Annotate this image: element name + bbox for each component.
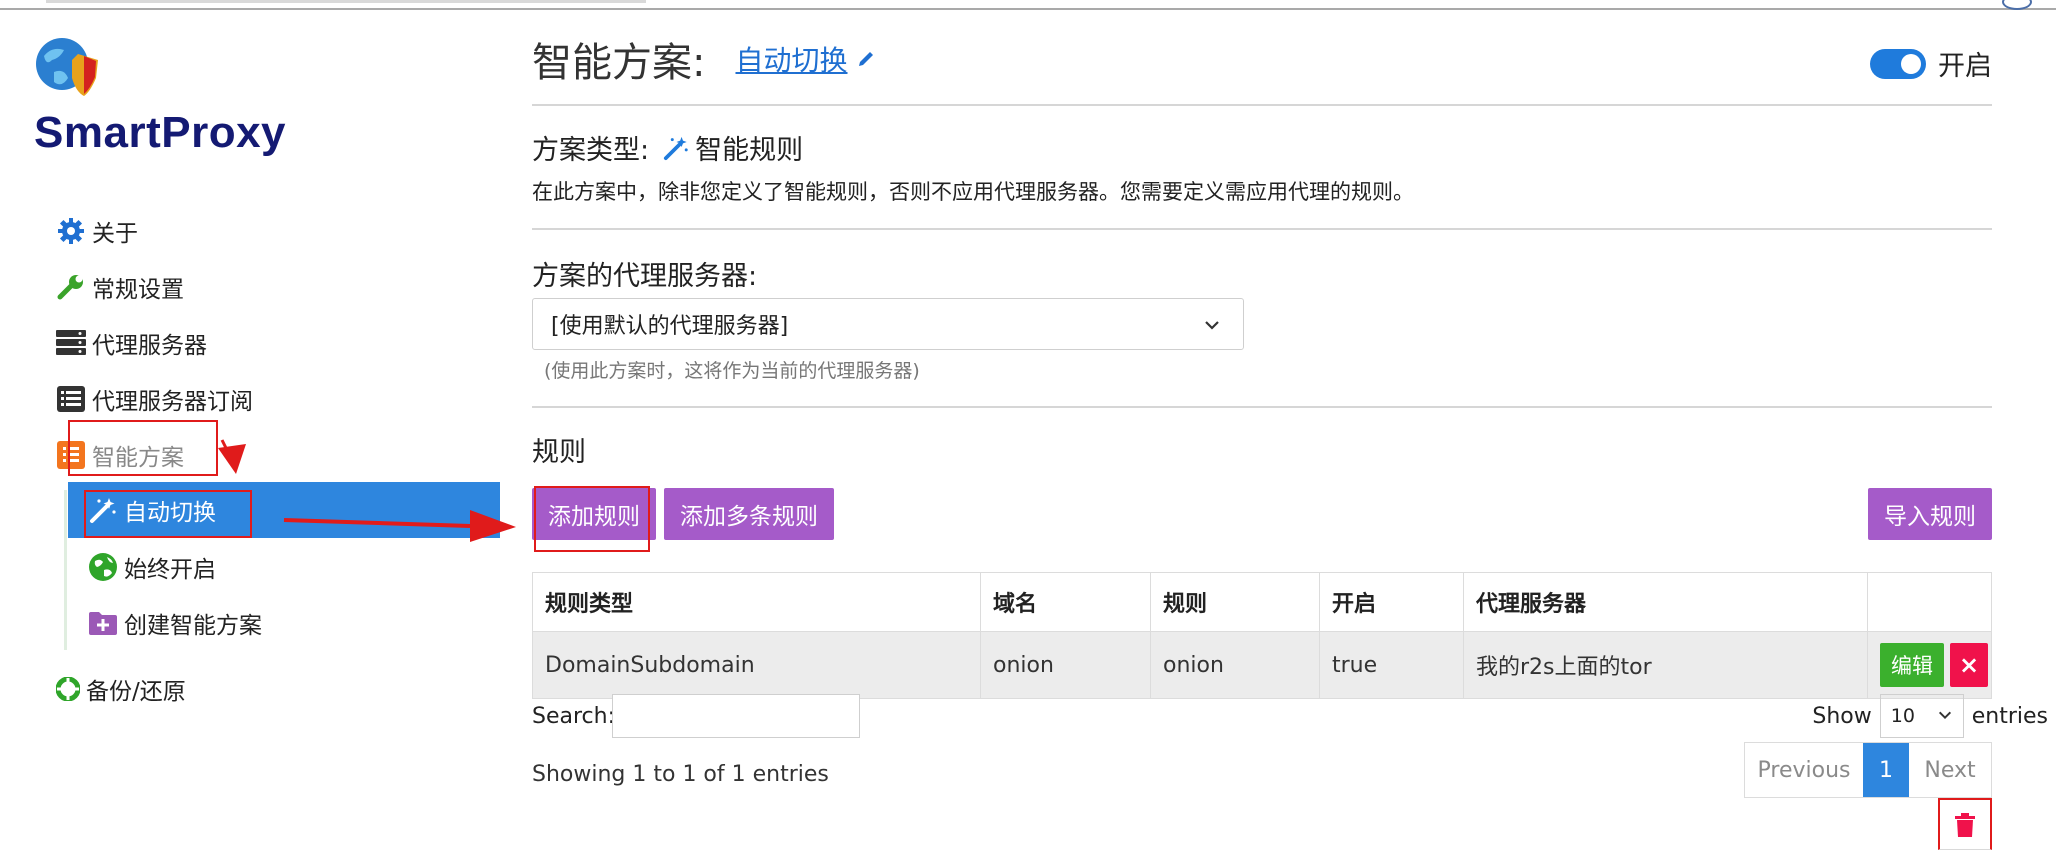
rules-title: 规则 <box>532 437 586 468</box>
page-size-value: 10 <box>1890 705 1915 727</box>
chevron-down-icon <box>1937 707 1953 723</box>
annotation-highlight-box <box>534 486 650 552</box>
sidebar-item-label: 代理服务器订阅 <box>92 389 253 415</box>
table-info: Showing 1 to 1 of 1 entries <box>532 762 829 787</box>
sidebar-item-general-settings[interactable]: 常规设置 <box>56 266 184 308</box>
cell-rule-type: DomainSubdomain <box>532 631 981 699</box>
top-bar-fragment <box>46 0 646 3</box>
profile-description: 在此方案中，除非您定义了智能规则，否则不应用代理服务器。您需要定义需应用代理的规… <box>532 180 1414 204</box>
chevron-down-icon <box>1203 315 1221 340</box>
magic-wand-icon <box>663 135 689 161</box>
column-header-actions <box>1867 572 1992 632</box>
pagination: Previous 1 Next <box>1744 742 1992 798</box>
pagination-previous[interactable]: Previous <box>1745 743 1863 797</box>
page-size-control: Show 10 entries <box>1812 694 2048 738</box>
cell-rule: onion <box>1150 631 1320 699</box>
cell-actions: 编辑 × <box>1867 631 1992 699</box>
corner-icon <box>2002 0 2032 10</box>
sidebar-item-label: 代理服务器 <box>92 333 207 359</box>
profile-type-label: 方案类型: <box>532 135 650 166</box>
brand-title: SmartProxy <box>34 108 287 157</box>
sidebar-item-label: 备份/还原 <box>86 679 186 705</box>
profile-proxy-selected: [使用默认的代理服务器] <box>551 314 789 339</box>
show-label: Show <box>1812 703 1872 729</box>
cell-proxy: 我的r2s上面的tor <box>1463 631 1868 699</box>
column-header-enabled[interactable]: 开启 <box>1319 572 1464 632</box>
entries-label: entries <box>1971 703 2048 729</box>
table-row: DomainSubdomain onion onion true 我的r2s上面… <box>532 631 1992 699</box>
sidebar-item-label: 关于 <box>92 221 138 247</box>
profile-name-link[interactable]: 自动切换 <box>735 39 875 79</box>
delete-all-rules-button[interactable] <box>1938 798 1992 850</box>
annotation-arrow-down <box>218 439 246 474</box>
profile-proxy-hint: (使用此方案时，这将作为当前的代理服务器) <box>544 360 920 382</box>
rules-table: 规则类型 域名 规则 开启 代理服务器 DomainSubdomain onio… <box>532 572 1992 699</box>
folder-plus-icon <box>88 608 118 638</box>
add-multiple-rules-button[interactable]: 添加多条规则 <box>664 488 834 540</box>
wrench-icon <box>56 272 86 302</box>
sidebar-item-label: 常规设置 <box>92 277 184 303</box>
annotation-highlight-box <box>84 490 252 538</box>
cell-domain: onion <box>980 631 1151 699</box>
search-input[interactable] <box>612 694 860 738</box>
lifebuoy-icon <box>56 674 80 704</box>
sidebar-item-label: 创建智能方案 <box>124 613 262 639</box>
annotation-highlight-box <box>68 420 218 476</box>
delete-rule-button[interactable]: × <box>1950 643 1988 687</box>
annotation-arrows <box>218 439 516 542</box>
submenu-border <box>64 490 67 650</box>
cell-enabled: true <box>1319 631 1464 699</box>
column-header-proxy[interactable]: 代理服务器 <box>1463 572 1868 632</box>
gear-icon <box>56 216 86 246</box>
pagination-page-current[interactable]: 1 <box>1863 743 1909 797</box>
profile-type-row: 方案类型: 智能规则 <box>532 128 803 167</box>
server-icon <box>56 328 86 358</box>
page-title-text: 智能方案: <box>532 40 706 86</box>
page-title: 智能方案: 自动切换 <box>532 30 876 88</box>
profile-name: 自动切换 <box>735 44 848 77</box>
sidebar-item-proxy-servers[interactable]: 代理服务器 <box>56 322 207 364</box>
profile-proxy-label: 方案的代理服务器: <box>532 261 758 292</box>
smartproxy-logo-icon <box>36 38 98 96</box>
sidebar-subitem-always-on[interactable]: 始终开启 <box>88 546 216 588</box>
profile-type-value: 智能规则 <box>695 135 804 166</box>
trash-icon <box>1954 812 1976 838</box>
column-header-rule[interactable]: 规则 <box>1150 572 1320 632</box>
page-size-select[interactable]: 10 <box>1879 694 1964 738</box>
sidebar-item-about[interactable]: 关于 <box>56 210 138 252</box>
sidebar-item-backup-restore[interactable]: 备份/还原 <box>56 668 186 710</box>
globe-icon <box>88 552 118 582</box>
sidebar-item-proxy-subscriptions[interactable]: 代理服务器订阅 <box>56 378 253 420</box>
window-top-edge <box>0 0 2056 10</box>
profile-enable-toggle[interactable]: 开启 <box>1870 44 1992 83</box>
pencil-icon <box>856 49 876 69</box>
profile-proxy-select[interactable]: [使用默认的代理服务器] <box>532 298 1244 350</box>
table-header-row: 规则类型 域名 规则 开启 代理服务器 <box>532 572 1992 632</box>
sidebar-subitem-create-profile[interactable]: 创建智能方案 <box>88 602 262 644</box>
divider <box>532 228 1992 230</box>
column-header-domain[interactable]: 域名 <box>980 572 1151 632</box>
toggle-switch[interactable] <box>1870 48 1926 79</box>
import-rules-button[interactable]: 导入规则 <box>1868 488 1992 540</box>
search-label: Search: <box>532 704 615 729</box>
divider <box>532 406 1992 408</box>
sidebar-item-label: 始终开启 <box>124 557 216 583</box>
toggle-label: 开启 <box>1938 51 1992 82</box>
list-icon <box>56 384 86 414</box>
edit-rule-button[interactable]: 编辑 <box>1880 643 1944 687</box>
divider <box>532 104 1992 106</box>
column-header-rule-type[interactable]: 规则类型 <box>532 572 981 632</box>
pagination-next[interactable]: Next <box>1909 743 1991 797</box>
